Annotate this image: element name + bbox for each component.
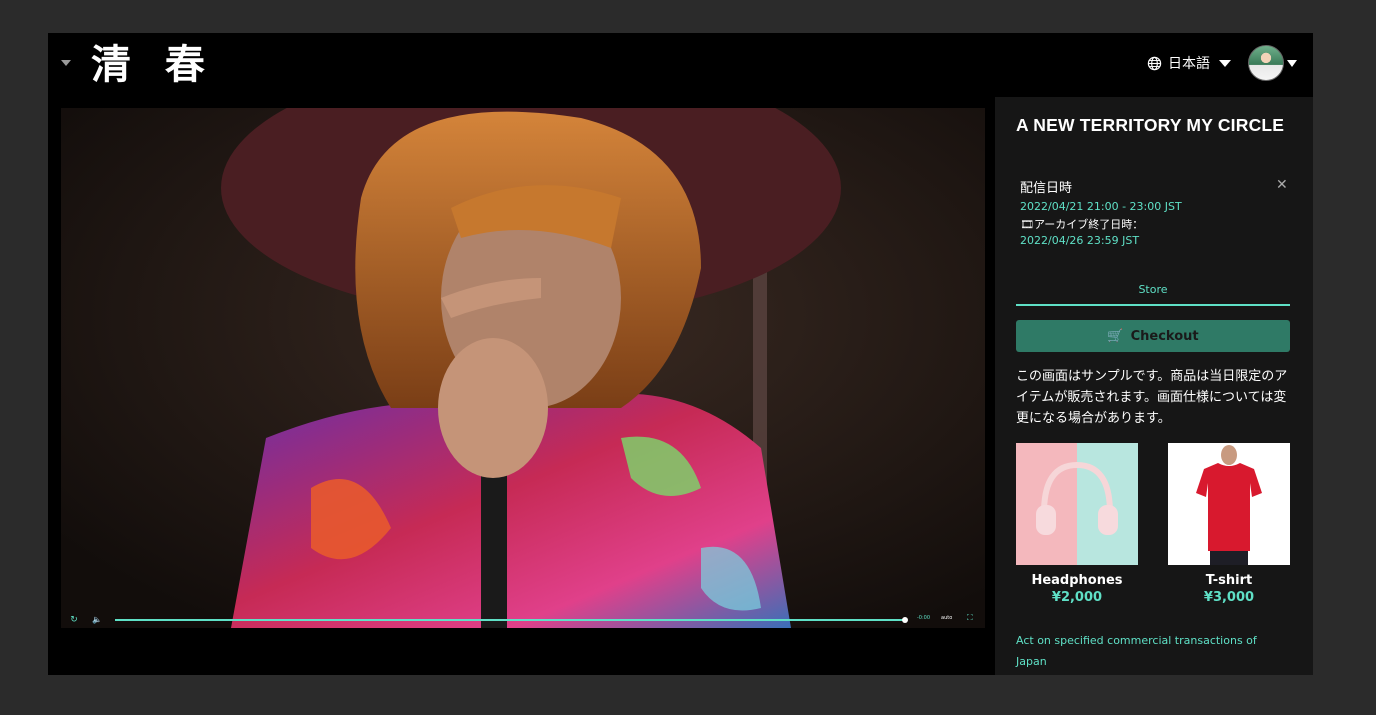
product-card[interactable]: Headphones ¥2,000 <box>1016 443 1138 605</box>
quality-selector[interactable]: auto <box>941 615 952 621</box>
product-image-tshirt[interactable] <box>1168 443 1290 565</box>
store-description: この画面はサンプルです。商品は当日限定のアイテムが販売されます。画面仕様について… <box>1016 369 1288 426</box>
close-icon[interactable]: ✕ <box>1276 177 1288 193</box>
video-frame <box>61 108 985 628</box>
product-name: Headphones <box>1031 573 1123 588</box>
chevron-down-icon <box>1219 59 1231 67</box>
checkout-button[interactable]: 🛒 Checkout <box>1016 320 1290 352</box>
schedule-label: 配信日時 <box>1020 181 1073 196</box>
seek-bar[interactable] <box>115 617 908 623</box>
globe-icon <box>1147 56 1162 70</box>
language-label: 日本語 <box>1168 56 1210 72</box>
event-title: A NEW TERRITORY MY CIRCLE <box>1016 115 1285 135</box>
player-controls: ↻ 🔈 -0:00 auto ⛶ <box>61 611 985 628</box>
legal-link[interactable]: Act on specified commercial transactions… <box>1016 630 1286 672</box>
product-name: T-shirt <box>1205 573 1253 588</box>
tab-indicator <box>1016 304 1290 306</box>
side-panel: A NEW TERRITORY MY CIRCLE 配信日時 ✕ 2022/04… <box>995 97 1313 675</box>
product-card[interactable]: T-shirt ¥3,000 <box>1168 443 1290 605</box>
schedule-time: 2022/04/21 21:00 - 23:00 JST <box>1020 200 1182 213</box>
volume-icon[interactable]: 🔈 <box>92 615 104 624</box>
fullscreen-icon[interactable]: ⛶ <box>967 613 973 623</box>
cart-icon: 🛒 <box>1107 328 1124 344</box>
seek-handle[interactable] <box>902 617 908 623</box>
tab-store[interactable]: Store <box>1016 283 1290 296</box>
menu-toggle-icon[interactable] <box>61 60 71 66</box>
time-remaining: -0:00 <box>917 615 931 621</box>
chevron-down-icon <box>1287 59 1297 67</box>
checkout-label: Checkout <box>1130 328 1199 344</box>
archive-label: 🎞アーカイブ終了日時： <box>1020 218 1144 231</box>
avatar[interactable] <box>1248 45 1284 81</box>
replay-icon[interactable]: ↻ <box>68 615 80 625</box>
app-window: 清 春 日本語 ↻ 🔈 -0:00 auto ⛶ A NEW TERRITORY… <box>48 33 1313 675</box>
video-player[interactable]: ↻ 🔈 -0:00 auto ⛶ <box>61 108 985 628</box>
product-image-headphones[interactable] <box>1016 443 1138 565</box>
user-menu[interactable] <box>1248 45 1297 81</box>
product-price: ¥3,000 <box>1203 590 1255 605</box>
language-selector[interactable]: 日本語 <box>1147 53 1231 73</box>
site-logo[interactable]: 清 春 <box>91 41 215 89</box>
top-bar: 清 春 日本語 <box>48 33 1313 97</box>
product-price: ¥2,000 <box>1051 590 1103 605</box>
archive-time: 2022/04/26 23:59 JST <box>1020 234 1140 247</box>
